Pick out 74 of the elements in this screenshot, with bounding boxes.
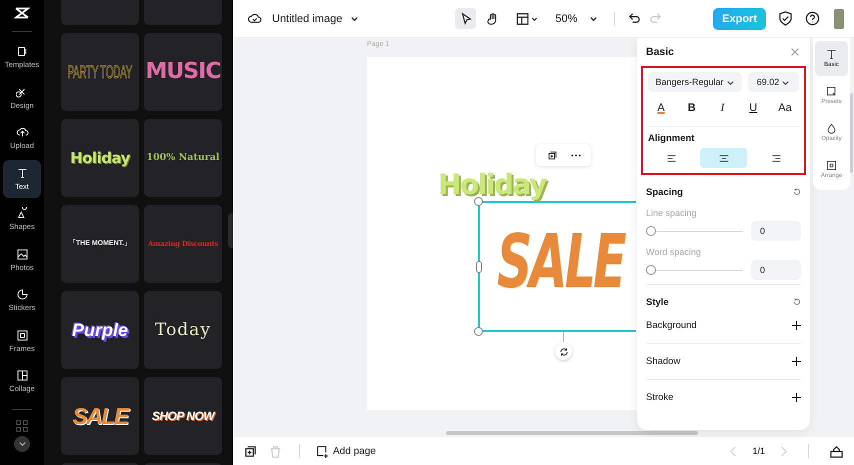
template-card[interactable]: 100% Natural — [144, 119, 222, 197]
scrollbar[interactable] — [446, 431, 698, 435]
collapse-pages-icon[interactable] — [829, 444, 844, 458]
duplicate-page-icon[interactable] — [243, 444, 258, 458]
slider-label: Word spacing — [646, 247, 702, 257]
add-page-button[interactable]: Add page — [316, 444, 376, 458]
template-card[interactable]: Purple — [61, 291, 139, 369]
page-counter: 1/1 — [752, 446, 765, 456]
font-dropdown[interactable]: Bangers-Regular — [648, 72, 742, 92]
pointer-icon — [458, 12, 473, 26]
chevron-down-icon — [350, 14, 360, 23]
zoom-dropdown[interactable]: 50% — [555, 12, 598, 24]
plus-icon[interactable] — [792, 321, 801, 330]
file-title[interactable]: Untitled image — [272, 12, 360, 24]
color-button[interactable]: A — [652, 100, 670, 116]
sidebar-item-icon — [16, 288, 28, 301]
logo-icon — [14, 7, 30, 19]
value-field[interactable]: 0 — [751, 221, 801, 241]
duplicate-icon[interactable] — [546, 150, 558, 160]
case-button[interactable]: Aa — [775, 100, 795, 116]
shield-icon[interactable] — [778, 11, 793, 26]
plus-icon[interactable] — [792, 357, 801, 366]
section-title: Spacing — [646, 187, 683, 198]
layout-icon — [515, 12, 540, 26]
template-card[interactable]: Holiday — [61, 119, 139, 197]
add-page-icon — [316, 444, 329, 458]
expand-button[interactable] — [14, 436, 30, 452]
side-tab-icon — [826, 49, 837, 60]
template-card[interactable]: SHOP NOW — [144, 377, 222, 455]
align-center-button[interactable] — [700, 148, 747, 168]
sidebar-item-icon — [16, 126, 28, 139]
value-field[interactable]: 0 — [751, 260, 801, 280]
cloud-icon[interactable] — [247, 11, 262, 26]
style-option[interactable]: Shadow — [646, 356, 680, 367]
more-icon[interactable] — [570, 154, 580, 156]
chevron-down-icon — [589, 14, 598, 23]
undo-icon[interactable] — [627, 11, 642, 26]
sidebar-item-icon — [16, 45, 28, 58]
rotate-icon — [558, 346, 568, 356]
side-tab-icon — [826, 123, 837, 134]
reset-icon[interactable] — [793, 298, 801, 306]
sidebar-item-icon — [16, 248, 28, 260]
sidebar-item-icon — [16, 207, 28, 220]
template-card[interactable]: MUSIC — [144, 33, 222, 111]
size-dropdown[interactable]: 69.02 — [748, 72, 799, 92]
help-icon[interactable] — [805, 11, 820, 26]
side-tab-icon — [826, 86, 837, 97]
avatar[interactable] — [834, 8, 844, 28]
reset-icon[interactable] — [793, 188, 801, 196]
chevron-down-icon — [18, 439, 26, 448]
collapse-handle[interactable] — [228, 213, 233, 248]
bold-button[interactable]: B — [682, 100, 701, 116]
sidebar-item-icon — [16, 166, 28, 180]
pointer-tool[interactable] — [455, 8, 476, 29]
scrollbar[interactable] — [850, 93, 853, 173]
slider-label: Line spacing — [646, 208, 698, 218]
template-card[interactable]: SALE — [61, 377, 139, 455]
section-title: Style — [646, 297, 669, 308]
sidebar-item-icon — [16, 328, 28, 342]
grid-icon[interactable] — [16, 420, 28, 432]
close-icon[interactable] — [791, 48, 799, 56]
sidebar-item-icon — [16, 369, 28, 382]
style-option[interactable]: Background — [646, 320, 697, 331]
align-icon — [666, 154, 676, 162]
underline-button[interactable]: U — [744, 100, 762, 116]
section-title: Alignment — [648, 133, 696, 144]
plus-icon[interactable] — [792, 393, 801, 402]
italic-button[interactable]: I — [714, 100, 732, 116]
style-option[interactable]: Stroke — [646, 392, 674, 403]
side-tab-icon — [826, 160, 837, 171]
template-card[interactable]: Today — [144, 291, 222, 369]
align-icon — [718, 154, 728, 162]
align-icon — [770, 154, 780, 162]
panel-title: Basic — [646, 46, 674, 58]
